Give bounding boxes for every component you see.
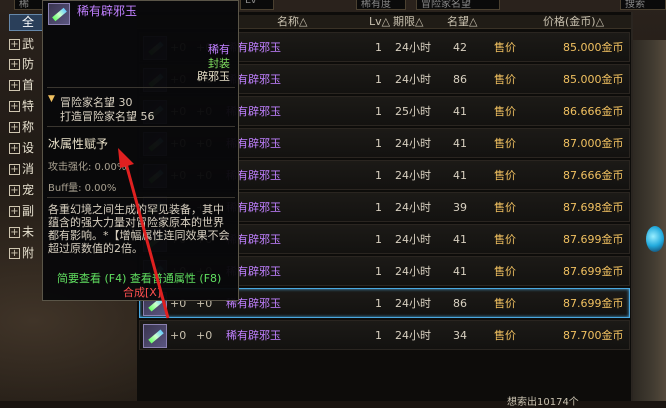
item-reputation: 41 (453, 105, 467, 118)
item-period: 24小时 (395, 265, 431, 278)
item-period: 24小时 (395, 297, 431, 310)
item-price: 87.699金币 (563, 233, 624, 246)
item-reputation: 41 (453, 265, 467, 278)
search-button[interactable]: 搜索 (620, 0, 666, 10)
item-period: 24小时 (395, 329, 431, 342)
expand-icon: + (9, 122, 20, 133)
expand-icon: + (9, 248, 20, 259)
item-lv: 1 (375, 233, 382, 246)
expand-icon: + (9, 59, 20, 70)
item-period: 24小时 (395, 169, 431, 182)
amplify-level: +0 (196, 329, 213, 342)
divider (47, 197, 235, 198)
sell-label: 售价 (494, 201, 516, 214)
item-period: 24小时 (395, 233, 431, 246)
tooltip-stat-buff: Buff量: 0.00% (48, 183, 117, 194)
tooltip-description: 各重幻境之间生成的罕见装备，其中蕴含的强大力量对冒险家原本的世界都有影响。*【增… (48, 203, 230, 255)
col-lv[interactable]: Lv△ (369, 15, 390, 29)
item-lv: 1 (375, 73, 382, 86)
item-lv: 1 (375, 169, 382, 182)
item-reputation: 41 (453, 169, 467, 182)
expand-icon: + (9, 143, 20, 154)
item-reputation: 41 (453, 233, 467, 246)
item-price: 87.666金币 (563, 169, 624, 182)
item-lv: 1 (375, 297, 382, 310)
sell-label: 售价 (494, 41, 516, 54)
expand-icon: + (9, 185, 20, 196)
item-reputation: 86 (453, 297, 467, 310)
item-period: 24小时 (395, 73, 431, 86)
sell-label: 售价 (494, 297, 516, 310)
sell-label: 售价 (494, 137, 516, 150)
item-reputation: 39 (453, 201, 467, 214)
expand-icon: + (9, 164, 20, 175)
item-reputation: 34 (453, 329, 467, 342)
gem-icon (48, 3, 70, 25)
col-reputation[interactable]: 名望△ (447, 15, 477, 29)
item-price: 85.000金币 (563, 41, 624, 54)
item-period: 24小时 (395, 41, 431, 54)
scene-edge (630, 40, 666, 401)
category-all[interactable]: 全 (9, 14, 43, 31)
reputation-field[interactable]: 冒险家名望 (416, 0, 500, 10)
divider (47, 87, 235, 88)
col-period[interactable]: 期限△ (393, 15, 423, 29)
item-price: 86.666金币 (563, 105, 624, 118)
item-lv: 1 (375, 329, 382, 342)
item-lv: 1 (375, 105, 382, 118)
item-lv: 1 (375, 41, 382, 54)
item-price: 85.000金币 (563, 73, 624, 86)
item-price: 87.000金币 (563, 137, 624, 150)
tooltip-crafted-rep: 打造冒险家名望 56 (60, 110, 155, 123)
scene-orb (646, 226, 664, 252)
sell-label: 售价 (494, 265, 516, 278)
item-reputation: 42 (453, 41, 467, 54)
gem-icon (143, 324, 167, 348)
item-period: 25小时 (395, 105, 431, 118)
item-reputation: 86 (453, 73, 467, 86)
item-price: 87.699金币 (563, 265, 624, 278)
table-row[interactable]: +0 +0 稀有辟邪玉 1 24小时 34 售价 87.700金币 (139, 320, 630, 350)
expand-icon: + (9, 101, 20, 112)
item-reputation: 41 (453, 137, 467, 150)
tooltip-attribute: 冰属性赋予 (48, 137, 109, 151)
item-lv: 1 (375, 265, 382, 278)
item-lv: 1 (375, 137, 382, 150)
sell-label: 售价 (494, 233, 516, 246)
item-period: 24小时 (395, 201, 431, 214)
col-name[interactable]: 名称△ (277, 15, 307, 29)
sell-label: 售价 (494, 329, 516, 342)
enhance-level: +0 (170, 329, 187, 342)
sell-label: 售价 (494, 73, 516, 86)
tooltip-item-name: 辟邪玉 (197, 70, 230, 83)
item-lv: 1 (375, 201, 382, 214)
item-tooltip: 稀有辟邪玉 稀有 封装 辟邪玉 ▼ 冒险家名望 30 打造冒险家名望 56 冰属… (42, 0, 239, 301)
expand-icon: + (9, 39, 20, 50)
item-price: 87.699金币 (563, 297, 624, 310)
tooltip-stat-attack: 攻击强化: 0.00% (48, 162, 127, 173)
lv-field[interactable]: Lv (240, 0, 274, 10)
item-period: 24小时 (395, 137, 431, 150)
col-price[interactable]: 价格(金币)△ (543, 15, 604, 29)
expand-icon: + (9, 206, 20, 217)
item-name: 稀有辟邪玉 (226, 329, 281, 342)
category-tree: 全 + 武 + 防 + 首 + 特 + 称 + 设 + 消 + 宠 + 副 + 未 + 附 (0, 0, 44, 300)
expand-icon: + (9, 80, 20, 91)
tooltip-title: 稀有辟邪玉 (77, 4, 138, 18)
sell-label: 售价 (494, 105, 516, 118)
rarity-select[interactable]: 稀有度 (356, 0, 406, 10)
divider (47, 126, 235, 127)
reputation-icon: ▼ (48, 94, 55, 104)
item-price: 87.698金币 (563, 201, 624, 214)
sell-label: 售价 (494, 169, 516, 182)
tooltip-compose[interactable]: 合成[X] (123, 284, 161, 300)
expand-icon: + (9, 227, 20, 238)
table-scrollbar[interactable] (631, 12, 633, 401)
item-price: 87.700金币 (563, 329, 624, 342)
